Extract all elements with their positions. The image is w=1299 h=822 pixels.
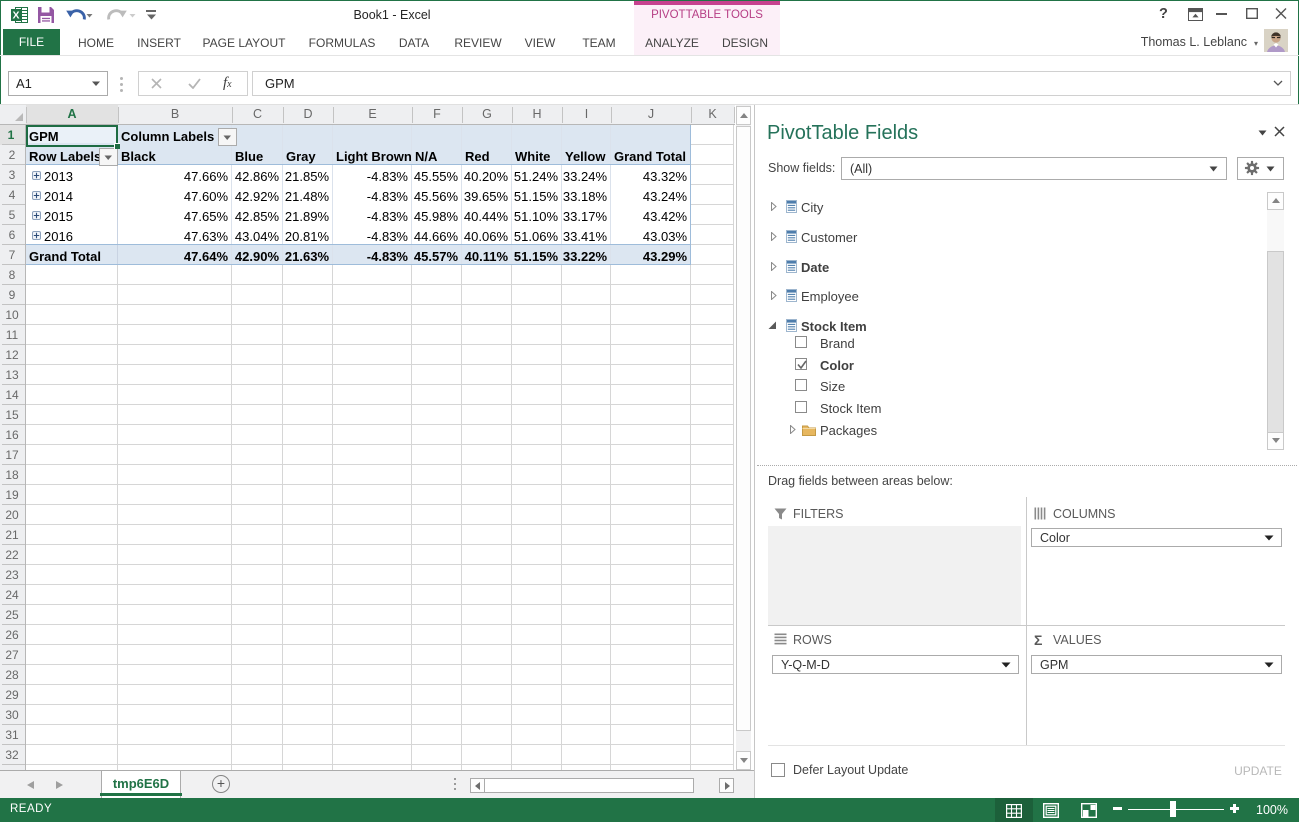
svg-text:X: X: [12, 10, 19, 22]
